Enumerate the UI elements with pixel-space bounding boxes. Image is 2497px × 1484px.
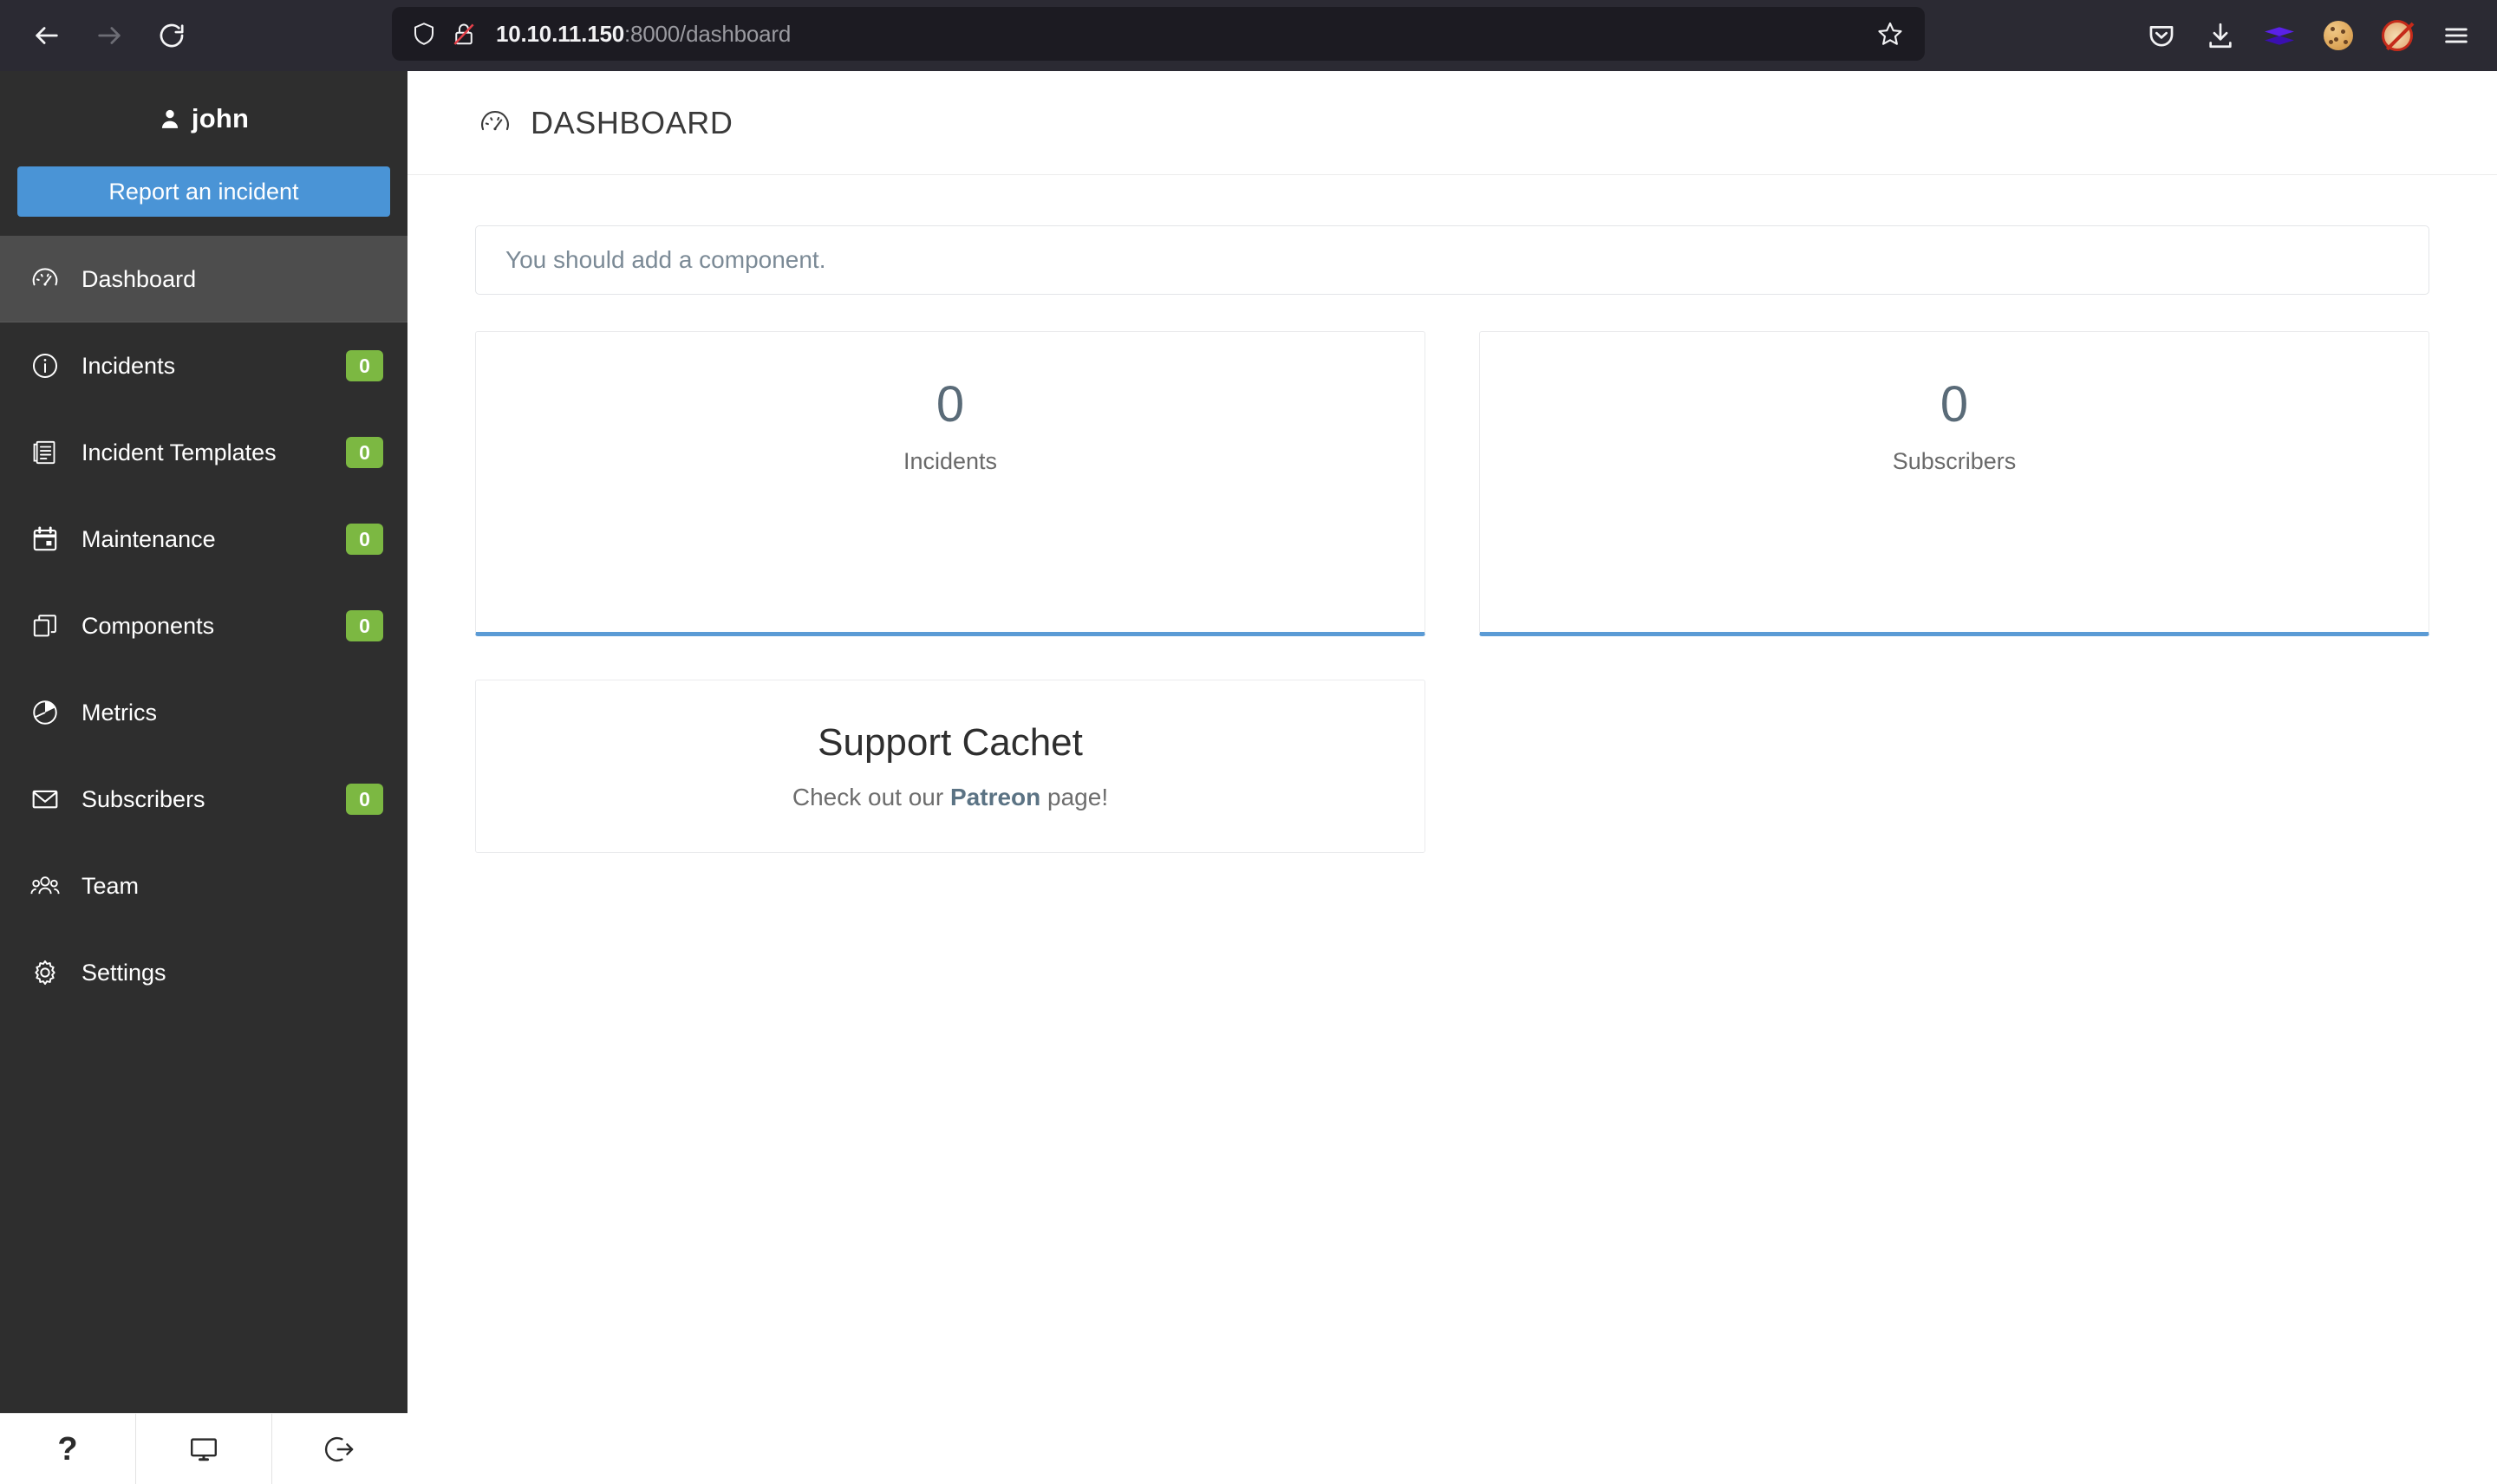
sign-out-button[interactable]: [272, 1414, 407, 1484]
download-icon[interactable]: [2194, 9, 2247, 62]
stat-value: 0: [936, 376, 965, 433]
dashboard-content: You should add a component. 0 Incidents …: [407, 175, 2497, 853]
calendar-icon: [26, 520, 64, 558]
list-document-icon: [26, 433, 64, 472]
sign-out-icon: [324, 1436, 354, 1461]
foxyproxy-disabled-icon[interactable]: [2370, 9, 2424, 62]
copy-layers-icon: [26, 607, 64, 645]
sidebar-item-subscribers[interactable]: Subscribers 0: [0, 756, 407, 843]
sidebar-item-label: Components: [81, 612, 215, 639]
people-icon: [26, 867, 64, 905]
sidebar-item-incidents[interactable]: Incidents 0: [0, 322, 407, 409]
sidebar-item-team[interactable]: Team: [0, 843, 407, 929]
browser-toolbar: 10.10.11.150:8000/dashboard: [0, 0, 2497, 71]
sidebar-item-badge: 0: [346, 350, 383, 381]
support-title: Support Cachet: [818, 721, 1083, 764]
pie-chart-icon: [26, 693, 64, 732]
address-bar-icons: [411, 21, 477, 47]
sidebar-item-badge: 0: [346, 610, 383, 641]
alert-text: You should add a component.: [505, 246, 826, 273]
stat-card-incidents[interactable]: 0 Incidents: [475, 331, 1425, 636]
reload-button[interactable]: [140, 4, 203, 67]
layers-glyph-icon: [2265, 21, 2294, 50]
sidebar-item-label: Incidents: [81, 352, 176, 379]
sidebar-item-label: Settings: [81, 959, 166, 986]
sidebar-item-label: Maintenance: [81, 525, 216, 552]
sidebar-item-label: Subscribers: [81, 785, 205, 812]
report-incident-button[interactable]: Report an incident: [17, 166, 390, 217]
speedometer-icon: [475, 103, 515, 143]
main-content: DASHBOARD You should add a component. 0 …: [407, 71, 2497, 1484]
sidebar-item-components[interactable]: Components 0: [0, 583, 407, 669]
stat-label: Incidents: [903, 447, 998, 474]
sidebar-footer: ?: [0, 1413, 407, 1484]
sidebar-item-incident-templates[interactable]: Incident Templates 0: [0, 409, 407, 496]
url-host: 10.10.11.150: [496, 20, 624, 47]
forward-button[interactable]: [78, 4, 140, 67]
bookmark-button[interactable]: [1868, 11, 1913, 56]
page-title: DASHBOARD: [531, 104, 733, 140]
shield-icon[interactable]: [411, 21, 437, 47]
sidebar-item-badge: 0: [346, 437, 383, 468]
help-button[interactable]: ?: [0, 1414, 136, 1484]
status-page-button[interactable]: [136, 1414, 272, 1484]
reload-icon: [160, 23, 184, 48]
envelope-icon: [26, 780, 64, 818]
sidebar-nav: Dashboard Incidents 0 Incident Templates…: [0, 236, 407, 1016]
stat-card-subscribers[interactable]: 0 Subscribers: [1479, 331, 2429, 636]
sidebar-item-badge: 0: [346, 784, 383, 815]
cookie-glyph-icon: [2324, 21, 2353, 50]
menu-icon[interactable]: [2429, 9, 2483, 62]
add-component-alert: You should add a component.: [475, 225, 2429, 295]
foxyproxy-glyph-icon: [2382, 20, 2413, 51]
back-button[interactable]: [16, 4, 78, 67]
support-suffix: page!: [1040, 784, 1109, 810]
sidebar-user[interactable]: john: [0, 71, 407, 166]
pocket-icon[interactable]: [2135, 9, 2188, 62]
back-arrow-icon: [36, 27, 58, 44]
lock-crossed-icon[interactable]: [451, 21, 477, 47]
sidebar-username: john: [191, 103, 250, 133]
gear-icon: [26, 954, 64, 992]
user-icon: [161, 109, 178, 128]
hamburger-glyph-icon: [2445, 28, 2468, 43]
layers-extension-icon[interactable]: [2253, 9, 2306, 62]
stat-card-row: 0 Incidents 0 Subscribers: [475, 331, 2429, 636]
stat-label: Subscribers: [1892, 447, 2017, 474]
download-glyph-icon: [2209, 23, 2232, 49]
stat-value: 0: [1940, 376, 1969, 433]
support-prefix: Check out our: [792, 784, 950, 810]
sidebar-item-metrics[interactable]: Metrics: [0, 669, 407, 756]
sidebar-item-label: Incident Templates: [81, 439, 277, 465]
support-subtitle: Check out our Patreon page!: [792, 784, 1108, 811]
help-icon: ?: [57, 1430, 78, 1468]
sidebar-item-label: Metrics: [81, 699, 157, 726]
sidebar-item-dashboard[interactable]: Dashboard: [0, 236, 407, 322]
url-path: :8000/dashboard: [623, 20, 792, 47]
url-text[interactable]: 10.10.11.150:8000/dashboard: [496, 21, 791, 48]
cookie-extension-icon[interactable]: [2311, 9, 2365, 62]
page-header: DASHBOARD: [407, 71, 2497, 175]
star-icon: [1878, 22, 1902, 45]
browser-nav-buttons: [0, 4, 203, 67]
forward-arrow-icon: [98, 27, 121, 44]
sidebar-item-maintenance[interactable]: Maintenance 0: [0, 496, 407, 583]
sidebar-item-badge: 0: [346, 524, 383, 555]
support-cachet-card: Support Cachet Check out our Patreon pag…: [475, 680, 1425, 853]
pocket-glyph-icon: [2149, 26, 2174, 47]
browser-extensions-toolbar: [2135, 0, 2483, 71]
monitor-icon: [190, 1437, 217, 1461]
sidebar: john Report an incident Dashboard Incide…: [0, 71, 407, 1484]
info-circle-icon: [26, 347, 64, 385]
sidebar-item-label: Team: [81, 872, 140, 899]
address-bar[interactable]: 10.10.11.150:8000/dashboard: [392, 7, 1925, 61]
speedometer-icon: [26, 260, 64, 298]
sidebar-item-settings[interactable]: Settings: [0, 929, 407, 1016]
sidebar-item-label: Dashboard: [81, 265, 197, 292]
patreon-link[interactable]: Patreon: [950, 784, 1040, 810]
